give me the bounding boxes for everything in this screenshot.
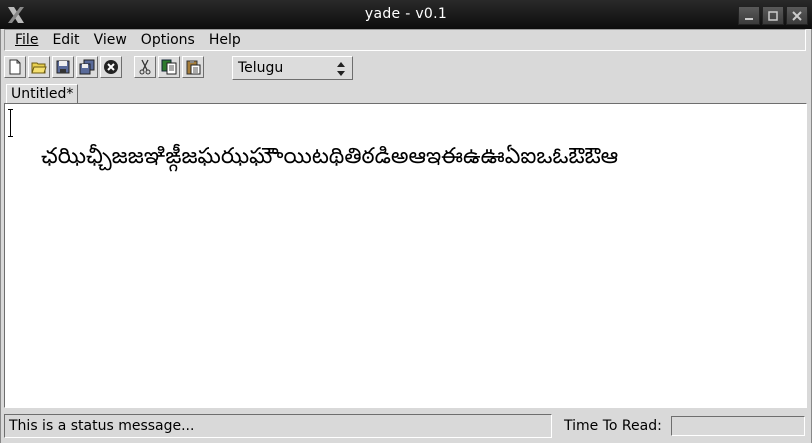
new-file-button[interactable] xyxy=(4,56,26,78)
status-bar: This is a status message... Time To Read… xyxy=(4,414,807,438)
menu-file-label: File xyxy=(15,32,39,48)
text-editor[interactable]: ఛఝిఛ్చీజజఞిఙ్గీజఘఝఘౌాయిటథితిఠడిఅఆఇఈఉఊఏఐఒ… xyxy=(4,103,807,408)
copy-icon xyxy=(161,59,177,75)
menu-help[interactable]: Help xyxy=(203,32,249,48)
menu-bar: File Edit View Options Help xyxy=(4,29,806,51)
copy-button[interactable] xyxy=(158,56,180,78)
save-all-icon xyxy=(79,59,95,75)
window-title: yade - v0.1 xyxy=(364,6,448,22)
minimize-button[interactable] xyxy=(738,6,760,25)
toolbar xyxy=(4,54,204,80)
menu-view-label: View xyxy=(93,32,127,48)
paste-icon xyxy=(186,60,201,75)
text-caret xyxy=(10,109,11,137)
save-button[interactable] xyxy=(52,56,74,78)
maximize-icon xyxy=(768,10,778,21)
editor-content: ఛఝిఛ్చీజజఞిఙ్గీజఘఝఘౌాయిటథితిఠడిఅఆఇఈఉఊఏఐఒ… xyxy=(41,144,619,169)
menu-edit-label: Edit xyxy=(52,32,80,48)
close-doc-icon xyxy=(104,60,118,74)
close-document-button[interactable] xyxy=(100,56,122,78)
close-icon xyxy=(792,10,802,21)
save-icon xyxy=(56,60,70,74)
menu-edit[interactable]: Edit xyxy=(46,32,87,48)
menu-options[interactable]: Options xyxy=(135,32,203,48)
menu-options-label: Options xyxy=(140,32,195,48)
time-to-read-field xyxy=(671,416,805,436)
updown-arrows-icon xyxy=(337,62,345,76)
cut-button[interactable] xyxy=(134,56,156,78)
minimize-icon xyxy=(745,17,753,20)
status-message: This is a status message... xyxy=(4,414,552,438)
cut-icon xyxy=(139,59,151,75)
save-all-button[interactable] xyxy=(76,56,98,78)
tab-label: Untitled* xyxy=(11,86,74,102)
paste-button[interactable] xyxy=(182,56,204,78)
language-select[interactable]: Telugu xyxy=(232,56,353,80)
caret-bottom xyxy=(8,136,13,137)
close-window-button[interactable] xyxy=(786,6,808,25)
title-bar[interactable]: yade - v0.1 xyxy=(0,0,812,29)
menu-file[interactable]: File xyxy=(9,32,46,48)
menu-help-label: Help xyxy=(208,32,241,48)
caret-top xyxy=(8,109,13,110)
tab-untitled[interactable]: Untitled* xyxy=(6,84,79,104)
language-select-value: Telugu xyxy=(238,60,284,76)
open-button[interactable] xyxy=(28,56,50,78)
open-folder-icon xyxy=(31,62,47,74)
maximize-button[interactable] xyxy=(762,6,784,25)
menu-view[interactable]: View xyxy=(88,32,135,48)
time-to-read-label: Time To Read: xyxy=(564,418,662,434)
new-file-icon xyxy=(9,59,21,75)
